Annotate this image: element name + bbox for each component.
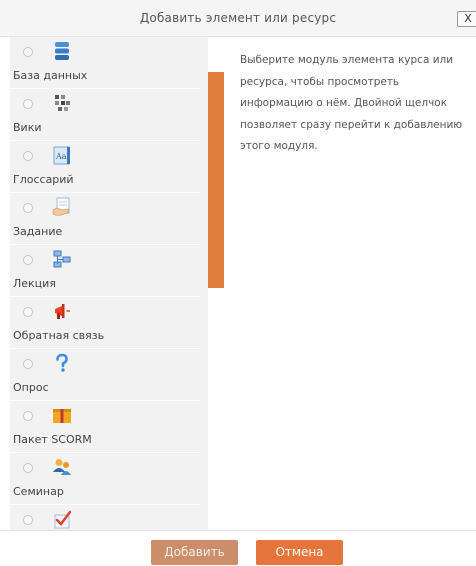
wiki-icon (52, 93, 72, 113)
assignment-icon (52, 197, 72, 217)
module-item-workshop[interactable]: Семинар (10, 453, 208, 505)
module-item-glossary[interactable]: Aa Глоссарий (10, 141, 208, 193)
module-radio[interactable] (23, 411, 33, 421)
module-item-scorm[interactable]: Пакет SCORM (10, 401, 208, 453)
module-radio[interactable] (23, 203, 33, 213)
lesson-icon (52, 249, 72, 269)
module-item-feedback[interactable]: Обратная связь (10, 297, 208, 349)
dialog-title: Добавить элемент или ресурс (139, 11, 337, 25)
dialog-header: Добавить элемент или ресурс X (0, 0, 476, 37)
feedback-megaphone-icon (52, 301, 72, 321)
database-icon (52, 41, 72, 61)
module-radio[interactable] (23, 151, 33, 161)
module-label: Лекция (13, 277, 56, 290)
workshop-icon (52, 457, 72, 477)
module-label: Вики (13, 121, 42, 134)
add-activity-dialog: Добавить элемент или ресурс X База данны… (0, 0, 476, 566)
module-label: Опрос (13, 381, 49, 394)
module-radio[interactable] (23, 47, 33, 57)
module-info-text: Выберите модуль элемента курса или ресур… (240, 54, 463, 152)
module-radio[interactable] (23, 359, 33, 369)
module-item-survey[interactable]: Опрос (10, 349, 208, 401)
add-button[interactable]: Добавить (151, 540, 238, 565)
module-radio[interactable] (23, 515, 33, 525)
module-item-database[interactable]: База данных (10, 37, 208, 89)
module-label: База данных (13, 69, 88, 82)
glossary-icon: Aa (52, 145, 72, 165)
close-button[interactable]: X (457, 11, 476, 27)
module-radio[interactable] (23, 463, 33, 473)
svg-text:Aa: Aa (55, 152, 67, 161)
module-item-assignment[interactable]: Задание (10, 193, 208, 245)
module-label: Пакет SCORM (13, 433, 92, 446)
module-item-lesson[interactable]: Лекция (10, 245, 208, 297)
question-icon (52, 353, 72, 373)
module-radio[interactable] (23, 255, 33, 265)
module-label: Глоссарий (13, 173, 74, 186)
module-radio[interactable] (23, 99, 33, 109)
module-item-quiz[interactable] (10, 505, 208, 530)
module-radio[interactable] (23, 307, 33, 317)
module-list[interactable]: База данных Вики Aa Глоссарий Задание Ле… (10, 37, 208, 530)
quiz-check-icon (52, 509, 72, 529)
scorm-package-icon (52, 405, 72, 425)
cancel-button[interactable]: Отмена (256, 540, 343, 565)
module-label: Задание (13, 225, 63, 238)
module-item-wiki[interactable]: Вики (10, 89, 208, 141)
dialog-footer: Добавить Отмена (0, 530, 476, 566)
selection-indicator-bar (208, 72, 224, 288)
module-label: Обратная связь (13, 329, 105, 342)
module-label: Семинар (13, 485, 64, 498)
